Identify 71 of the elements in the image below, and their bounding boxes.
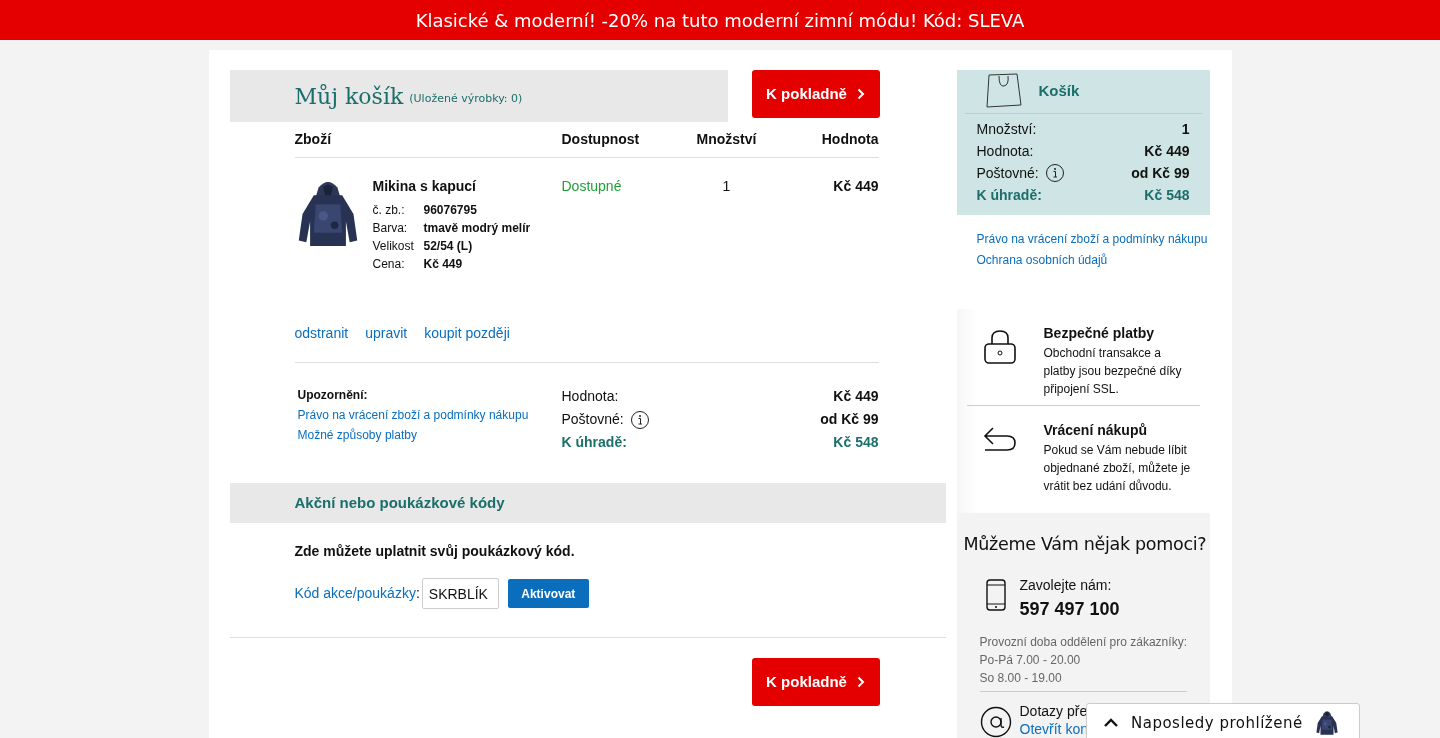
total-label: Množství: xyxy=(976,119,1037,139)
item-price: Kč 449 xyxy=(832,177,879,196)
item-action-link[interactable]: upravit xyxy=(365,323,408,362)
item-action-link[interactable]: odstranit xyxy=(294,323,349,362)
total-label: Poštovné: xyxy=(561,410,624,429)
total-value: od Kč 99 xyxy=(1131,163,1190,183)
email-questions-label: Dotazy pře xyxy=(1019,702,1088,720)
recently-viewed-label: Naposledy prohlížené xyxy=(1131,712,1303,734)
voucher-code-field[interactable]: SKRBLÍK xyxy=(421,578,499,609)
total-label: Hodnota: xyxy=(976,141,1034,161)
voucher-code-label: Kód akce/poukázky xyxy=(294,584,416,603)
detail-value: 52/54 (L) xyxy=(423,238,473,255)
call-us-label: Zavolejte nám: xyxy=(1019,576,1113,595)
cart-title: Můj košík xyxy=(294,82,404,111)
chevron-up-icon xyxy=(1103,718,1119,728)
total-value: Kč 449 xyxy=(1144,141,1190,161)
total-value: 1 xyxy=(1181,119,1190,139)
checkout-button[interactable]: K pokladně xyxy=(751,70,880,118)
at-sign-icon xyxy=(979,706,1012,738)
detail-label: Cena: xyxy=(372,256,406,273)
notice-link[interactable]: Možné způsoby platby xyxy=(297,425,562,445)
label-colon: : xyxy=(415,584,420,603)
shopping-bag-icon xyxy=(984,70,1023,109)
total-value: Kč 548 xyxy=(833,433,879,452)
detail-label: č. zb.: xyxy=(372,202,406,219)
quantity-value: 1 xyxy=(721,177,732,196)
availability-status: Dostupné xyxy=(561,177,623,196)
padlock-icon xyxy=(983,329,1017,366)
chevron-right-icon xyxy=(856,676,865,688)
detail-label: Barva: xyxy=(372,220,409,237)
product-name[interactable]: Mikina s kapucí xyxy=(372,176,531,197)
total-label: K úhradě: xyxy=(561,433,627,452)
column-header: Množství xyxy=(695,130,758,149)
opening-hours-text: Po-Pá 7.00 - 20.00 xyxy=(979,652,1082,669)
info-icon[interactable] xyxy=(1044,163,1065,183)
sidebar-link[interactable]: Ochrana osobních údajů xyxy=(976,250,1210,272)
column-header: Hodnota xyxy=(820,130,879,149)
item-action-link[interactable]: koupit později xyxy=(424,323,510,362)
sidebar-link[interactable]: Právo na vrácení zboží a podmínky nákupu xyxy=(976,229,1210,251)
column-header: Dostupnost xyxy=(561,130,641,149)
info-icon[interactable] xyxy=(629,409,650,430)
opening-hours-text: Provozní doba oddělení pro zákazníky: xyxy=(979,634,1187,651)
smartphone-icon xyxy=(985,579,1006,611)
column-header: Zboží xyxy=(294,130,333,149)
total-value: Kč 548 xyxy=(1144,185,1190,205)
phone-number: 597 497 100 xyxy=(1019,598,1120,621)
activate-button[interactable]: Aktivovat xyxy=(507,579,589,608)
summary-title: Košík xyxy=(1038,81,1080,102)
total-label: Hodnota: xyxy=(561,387,619,406)
detail-value: tmavě modrý melír xyxy=(423,220,531,237)
chevron-right-icon xyxy=(856,88,865,100)
recently-viewed-tab[interactable]: Naposledy prohlížené xyxy=(1086,703,1360,738)
checkout-button[interactable]: K pokladně xyxy=(751,658,880,706)
opening-hours-text: So 8.00 - 19.00 xyxy=(979,670,1063,687)
trust-text: Obchodní transakce a platby jsou bezpečné díky připojení SSL. xyxy=(1043,345,1183,399)
detail-label: Velikost xyxy=(372,238,415,255)
total-value: Kč 449 xyxy=(833,387,879,406)
notice-title: Upozornění: xyxy=(297,387,369,404)
trust-title: Vrácení nákupů xyxy=(1043,421,1148,441)
total-value: od Kč 99 xyxy=(820,410,879,429)
trust-title: Bezpečné platby xyxy=(1043,324,1155,344)
voucher-intro: Zde můžete uplatnit svůj poukázkový kód. xyxy=(294,542,576,561)
notice-link[interactable]: Právo na vrácení zboží a podmínky nákupu xyxy=(297,405,562,425)
voucher-heading: Akční nebo poukázkové kódy xyxy=(294,492,505,513)
total-label: Poštovné: xyxy=(976,163,1039,183)
saved-items-count: (Uložené výrobky: 0) xyxy=(409,90,523,107)
detail-value: 96076795 xyxy=(423,202,477,219)
promo-banner-text: Klasické & moderní! -20% na tuto moderní zimní módu! Kód: SLEVA xyxy=(415,8,1025,33)
total-label: K úhradě: xyxy=(976,185,1042,205)
trust-text: Pokud se Vám nebude líbit objednané zboží, můžete je vrátit bez udání důvodu. xyxy=(1043,442,1192,496)
detail-value: Kč 449 xyxy=(423,256,463,273)
